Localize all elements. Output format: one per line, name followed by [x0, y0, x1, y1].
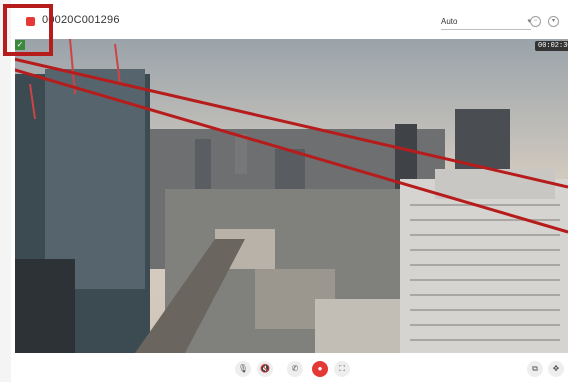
quality-value: Auto — [441, 17, 458, 26]
camera-id: 00020C001296 — [42, 14, 120, 26]
city-skyline-image — [15, 39, 568, 353]
minus-circle-icon[interactable]: − — [530, 16, 541, 27]
chevron-circle-down-icon[interactable]: ▾ — [548, 16, 559, 27]
mic-off-icon[interactable]: 🎙 — [235, 361, 251, 377]
speaker-off-icon[interactable]: 🔇 — [257, 361, 273, 377]
ptz-icon[interactable]: ✥ — [548, 361, 564, 377]
quality-select[interactable]: Auto ▾ — [441, 15, 531, 30]
phone-icon[interactable]: ✆ — [287, 361, 303, 377]
player-controls: 🎙 🔇 ✆ ● ⛶ ⧉ ✥ — [11, 353, 568, 382]
record-icon[interactable]: ● — [312, 361, 328, 377]
elapsed-timer: 00:02:30 — [535, 41, 568, 51]
annotation-highlight-box — [3, 4, 53, 56]
player-header: 00020C001296 Auto ▾ − ▾ — [11, 0, 568, 40]
live-video[interactable] — [15, 39, 568, 353]
snapshot-icon[interactable]: ⧉ — [527, 361, 543, 377]
fullscreen-icon[interactable]: ⛶ — [334, 361, 350, 377]
